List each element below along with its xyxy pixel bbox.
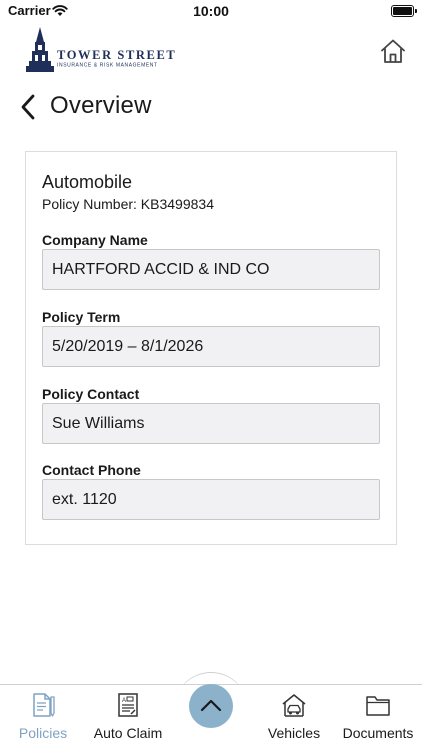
tab-documents-label: Documents	[342, 725, 414, 741]
policy-term-label: Policy Term	[42, 309, 121, 325]
page-title: Overview	[50, 92, 152, 119]
policy-card: Automobile Policy Number: KB3499834 Comp…	[25, 151, 397, 545]
policy-contact-label: Policy Contact	[42, 386, 140, 402]
policy-type: Automobile	[42, 172, 133, 192]
tab-vehicles-label: Vehicles	[267, 725, 321, 741]
company-logo: TOWER STREET INSURANCE & RISK MANAGEMENT	[26, 27, 176, 72]
tab-documents[interactable]: Documents	[336, 685, 420, 750]
contact-phone-field[interactable]: ext. 1120	[42, 479, 380, 520]
policy-term-field[interactable]: 5/20/2019 – 8/1/2026	[42, 326, 380, 367]
tab-policies[interactable]: Policies	[6, 685, 80, 750]
folder-icon	[366, 696, 390, 716]
chevron-up-icon	[200, 699, 222, 712]
logo-wordmark: TOWER STREET	[57, 48, 176, 62]
tab-auto-claim[interactable]: A Auto Claim	[86, 685, 170, 750]
home-icon[interactable]	[380, 38, 406, 64]
policy-document-icon	[33, 693, 55, 717]
center-expand-button[interactable]	[189, 684, 233, 728]
tab-auto-claim-label: Auto Claim	[93, 725, 163, 741]
battery-icon	[391, 5, 417, 17]
svg-text:A: A	[122, 698, 126, 704]
tab-policies-label: Policies	[18, 725, 68, 741]
status-time: 10:00	[193, 3, 229, 19]
tab-vehicles[interactable]: Vehicles	[258, 685, 330, 750]
company-name-label: Company Name	[42, 232, 148, 248]
policy-contact-field[interactable]: Sue Williams	[42, 403, 380, 444]
policy-number: Policy Number: KB3499834	[42, 196, 214, 212]
garage-car-icon	[282, 694, 306, 717]
chevron-left-icon[interactable]	[18, 92, 40, 122]
status-bar: Carrier 10:00	[0, 0, 422, 22]
company-name-field[interactable]: HARTFORD ACCID & IND CO	[42, 249, 380, 290]
battery-fill	[393, 7, 412, 15]
contact-phone-label: Contact Phone	[42, 462, 141, 478]
claim-form-icon: A	[118, 693, 138, 717]
logo-tagline: INSURANCE & RISK MANAGEMENT	[57, 63, 158, 69]
